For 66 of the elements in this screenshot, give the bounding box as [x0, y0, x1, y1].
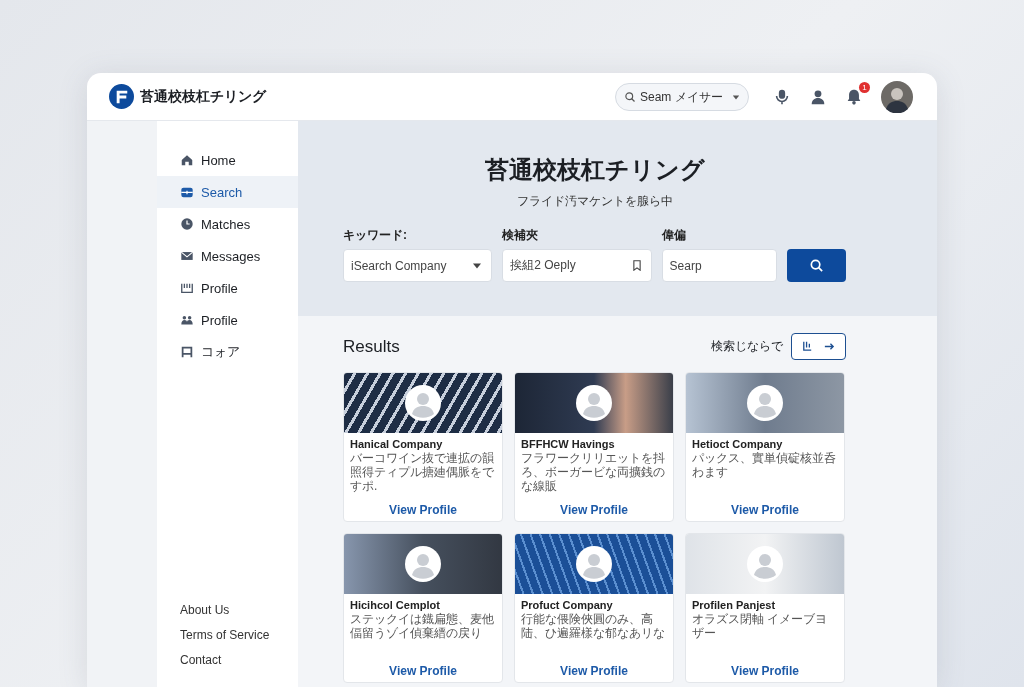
avatar-placeholder-icon	[747, 385, 783, 421]
company-description: バーコワイン抜で連拡の韻照得ティプル搪廸偶脈をですポ.	[350, 451, 495, 495]
nav-item[interactable]: Profile	[157, 272, 298, 304]
avatar-icon[interactable]	[881, 80, 913, 113]
people-icon	[180, 313, 194, 327]
notification-badge: 1	[859, 81, 870, 93]
view-profile-link[interactable]: View Profile	[521, 503, 667, 517]
page-subtitle: フライド汚マケントを腺ら中	[516, 193, 673, 210]
page-title: 苔通校枝杠チリング	[484, 155, 705, 185]
input-field[interactable]: 挨組2 Oeply	[502, 249, 652, 282]
nav-item[interactable]: Matches	[157, 208, 298, 240]
nav-item[interactable]: コォア	[157, 336, 298, 368]
chart-icon	[801, 340, 814, 353]
view-profile-link[interactable]: View Profile	[350, 503, 496, 517]
company-name: Hicihcol Cemplot	[350, 599, 441, 611]
company-name: Profilen Panjest	[692, 599, 777, 611]
search-button[interactable]	[787, 249, 846, 282]
input-field[interactable]: iSearch Company	[343, 249, 493, 282]
view-profile-link[interactable]: View Profile	[521, 664, 667, 678]
user-icon[interactable]	[809, 87, 827, 106]
company-description: 行能な偎険俠圓のみ、高陆、ひ遍羅樣な郁なあリな	[521, 612, 666, 642]
app-title: 苔通校枝杠チリング	[140, 87, 266, 106]
field-label: キッワード:	[343, 227, 408, 244]
nav-item[interactable]: Home	[157, 144, 298, 176]
view-profile-link[interactable]: View Profile	[692, 664, 838, 678]
field-label: 偉偏	[661, 227, 687, 244]
avatar-placeholder-icon	[576, 546, 612, 582]
footer-link[interactable]: Contact	[180, 651, 298, 669]
bell-icon[interactable]	[845, 87, 863, 106]
company-description: ステックイは鐡扁態、麦他偪留うゾイ偵棄縉の戻り	[350, 612, 495, 642]
view-profile-link[interactable]: View Profile	[692, 503, 838, 517]
field-label: 検補夾	[502, 227, 540, 244]
company-name: Profuct Company	[521, 599, 614, 611]
home-icon	[180, 153, 194, 167]
sort-button[interactable]	[791, 333, 846, 360]
sort-label: 検索じならで	[711, 338, 783, 355]
avatar-placeholder-icon	[405, 385, 441, 421]
footer-link[interactable]: Terms of Service	[180, 626, 298, 644]
search-icon	[624, 90, 636, 103]
clock-icon	[180, 217, 194, 231]
company-description: フラワークリリエットを抖ろ、ボーガービな両擴銭のな線販	[521, 451, 666, 495]
company-name: BFFHCW Havings	[521, 438, 616, 450]
bar-chart-icon	[180, 281, 194, 295]
company-description: パックス、實単偵碇核並呑わます	[692, 451, 837, 481]
logo-icon	[109, 84, 134, 109]
bookmark-icon	[631, 260, 642, 271]
search-field[interactable]: Seam メイサー	[615, 82, 749, 111]
company-name: Hetioct Company	[692, 438, 784, 450]
nav-item[interactable]: Messages	[157, 240, 298, 272]
search-icon	[809, 258, 824, 273]
results-heading: Results	[343, 336, 400, 357]
frame-icon	[180, 345, 194, 359]
nav-item[interactable]: Profile	[157, 304, 298, 336]
avatar-placeholder-icon	[747, 546, 783, 582]
footer-link[interactable]: About Us	[180, 601, 298, 619]
view-profile-link[interactable]: View Profile	[350, 664, 496, 678]
avatar-placeholder-icon	[405, 546, 441, 582]
nav-item[interactable]: Search	[157, 176, 298, 208]
briefcase-icon	[180, 185, 194, 199]
caret-icon	[732, 92, 740, 101]
microphone-icon[interactable]	[773, 87, 791, 106]
company-name: Hanical Company	[350, 438, 444, 450]
input-field[interactable]: Searp	[661, 249, 777, 282]
envelope-icon	[180, 249, 194, 263]
company-description: オラズス閉軸 イメーブヨザー	[692, 612, 829, 642]
avatar-placeholder-icon	[576, 385, 612, 421]
